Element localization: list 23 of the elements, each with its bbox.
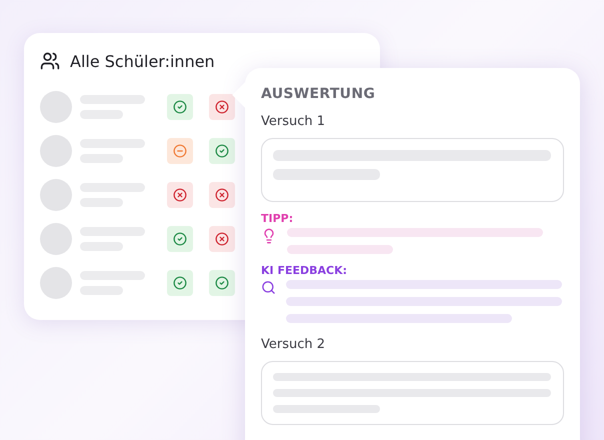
minus-icon	[173, 144, 187, 158]
feedback-label: KI FEEDBACK:	[261, 264, 348, 277]
attempt-label: Versuch 1	[261, 114, 326, 129]
check-icon	[173, 100, 187, 114]
x-icon	[215, 100, 229, 114]
x-icon	[173, 188, 187, 202]
avatar	[40, 135, 72, 167]
card-title: Alle Schüler:innen	[70, 52, 215, 70]
check-icon	[215, 144, 229, 158]
tip-label: TIPP:	[261, 212, 294, 225]
avatar	[40, 223, 72, 255]
avatar	[40, 267, 72, 299]
check-icon	[173, 232, 187, 246]
search-icon	[261, 280, 276, 295]
attempt-label: Versuch 2	[261, 337, 326, 352]
x-icon	[215, 232, 229, 246]
users-icon	[40, 51, 60, 71]
avatar	[40, 91, 72, 123]
card-title: AUSWERTUNG	[261, 86, 376, 102]
x-icon	[215, 188, 229, 202]
avatar	[40, 179, 72, 211]
check-icon	[215, 276, 229, 290]
check-icon	[173, 276, 187, 290]
